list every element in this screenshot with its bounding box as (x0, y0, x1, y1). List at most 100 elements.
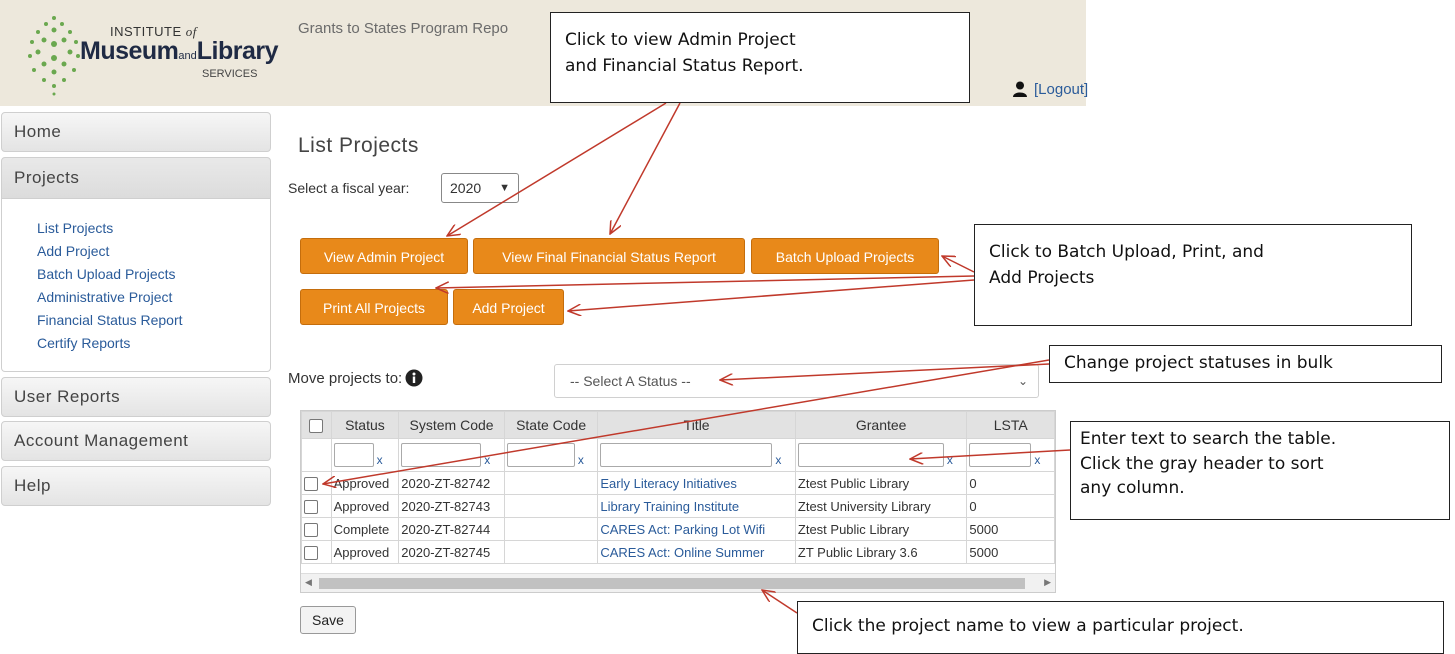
cell-state-code (503, 517, 599, 541)
page-title: List Projects (298, 134, 419, 157)
row-checkbox[interactable] (304, 499, 318, 514)
filter-clear-grantee[interactable]: x (947, 453, 953, 467)
column-header-grantee[interactable]: Grantee (794, 411, 968, 439)
info-icon[interactable] (405, 369, 423, 387)
view-admin-project-button[interactable]: View Admin Project (300, 238, 468, 274)
fiscal-year-select[interactable]: 2020 ▼ (441, 173, 519, 203)
logout-link[interactable]: [Logout] (1034, 81, 1088, 98)
table-filter-row: x x x x x x (301, 438, 1055, 472)
cell-lsta: 0 (966, 494, 1055, 518)
project-title-link[interactable]: CARES Act: Online Summer (600, 545, 764, 560)
callout-admin-fsr: Click to view Admin Project and Financia… (550, 12, 970, 103)
column-header-status[interactable]: Status (330, 411, 400, 439)
sidebar-item-help[interactable]: Help (1, 466, 271, 506)
table-header-row: Status System Code State Code Title Gran… (301, 411, 1055, 439)
callout-bulk-status: Change project statuses in bulk (1049, 345, 1442, 383)
sidebar-link-list-projects[interactable]: List Projects (37, 220, 113, 236)
filter-input-status[interactable] (333, 443, 374, 467)
sidebar-item-user-reports[interactable]: User Reports (1, 377, 271, 417)
chevron-down-icon: ▼ (499, 182, 510, 194)
sidebar-link-financial-status-report[interactable]: Financial Status Report (37, 312, 183, 328)
filter-input-title[interactable] (600, 443, 773, 467)
save-button[interactable]: Save (300, 606, 356, 634)
project-title-link[interactable]: Library Training Institute (600, 499, 739, 514)
cell-system-code: 2020-ZT-82744 (398, 517, 505, 541)
filter-clear-title[interactable]: x (775, 453, 781, 467)
logo-services: SERVICES (202, 68, 258, 80)
callout-text: Click to Batch Upload, Print, and (989, 242, 1264, 262)
sidebar-item-home[interactable]: Home (1, 112, 271, 152)
cell-status: Approved (330, 471, 400, 495)
column-header-title[interactable]: Title (597, 411, 796, 439)
row-checkbox[interactable] (304, 522, 318, 537)
scrollbar-thumb[interactable] (319, 578, 1025, 589)
scroll-left-icon[interactable]: ◀ (305, 577, 312, 588)
project-title-link[interactable]: Early Literacy Initiatives (600, 476, 737, 491)
arrow-to-batch-button (942, 256, 975, 273)
filter-input-lsta[interactable] (969, 443, 1032, 467)
status-select[interactable]: -- Select A Status -- ⌄ (554, 364, 1039, 398)
callout-project-name: Click the project name to view a particu… (797, 601, 1444, 654)
sidebar-link-certify-reports[interactable]: Certify Reports (37, 335, 130, 351)
print-all-projects-button[interactable]: Print All Projects (300, 289, 448, 325)
row-checkbox[interactable] (304, 476, 318, 491)
cell-status: Complete (330, 517, 400, 541)
arrow-to-add-button (568, 279, 975, 311)
cell-lsta: 5000 (966, 517, 1055, 541)
filter-input-grantee[interactable] (797, 443, 944, 467)
cell-status: Approved (330, 540, 400, 564)
logo-name: MuseumandLibrary (80, 37, 279, 65)
filter-input-state-code[interactable] (506, 443, 575, 467)
select-all-checkbox[interactable] (309, 419, 324, 434)
column-header-lsta[interactable]: LSTA (966, 411, 1055, 439)
sidebar-link-administrative-project[interactable]: Administrative Project (37, 289, 172, 305)
projects-table: Status System Code State Code Title Gran… (300, 410, 1056, 593)
filter-clear-state-code[interactable]: x (578, 453, 584, 467)
add-project-button[interactable]: Add Project (453, 289, 564, 325)
batch-upload-projects-button[interactable]: Batch Upload Projects (751, 238, 939, 274)
callout-text: and Financial Status Report. (565, 56, 804, 77)
filter-input-system-code[interactable] (401, 443, 482, 467)
cell-grantee: Ztest Public Library (794, 471, 968, 495)
callout-text: Click the gray header to sort (1080, 453, 1324, 474)
cell-state-code (503, 494, 599, 518)
scroll-right-icon[interactable]: ▶ (1044, 577, 1051, 588)
project-title-link[interactable]: CARES Act: Parking Lot Wifi (600, 522, 765, 537)
sidebar-link-add-project[interactable]: Add Project (37, 243, 109, 259)
select-all-cell[interactable] (301, 411, 332, 439)
user-icon (1013, 81, 1027, 97)
move-projects-label: Move projects to: (288, 370, 403, 387)
cell-status: Approved (330, 494, 400, 518)
filter-clear-system-code[interactable]: x (484, 453, 490, 467)
callout-text: Add Projects (989, 268, 1095, 289)
sidebar-link-batch-upload[interactable]: Batch Upload Projects (37, 266, 176, 282)
table-horizontal-scrollbar[interactable]: ◀ ▶ (301, 573, 1055, 592)
arrow-to-ffsr-button (610, 102, 681, 234)
arrow-to-print-button (436, 275, 975, 288)
sidebar-item-account-management[interactable]: Account Management (1, 421, 271, 461)
cell-system-code: 2020-ZT-82742 (398, 471, 505, 495)
cell-grantee: ZT Public Library 3.6 (794, 540, 968, 564)
table-row: Approved 2020-ZT-82743 Library Training … (301, 494, 1055, 518)
callout-batch-print-add: Click to Batch Upload, Print, and Add Pr… (974, 224, 1412, 326)
callout-text: Enter text to search the table. (1080, 429, 1337, 449)
table-row: Approved 2020-ZT-82745 CARES Act: Online… (301, 540, 1055, 564)
cell-grantee: Ztest Public Library (794, 517, 968, 541)
filter-clear-status[interactable]: x (377, 453, 383, 467)
callout-text: Change project statuses in bulk (1064, 353, 1333, 373)
cell-lsta: 0 (966, 471, 1055, 495)
column-header-system-code[interactable]: System Code (398, 411, 505, 439)
sidebar-item-projects[interactable]: Projects (1, 157, 271, 199)
fiscal-year-value: 2020 (450, 180, 482, 196)
row-checkbox[interactable] (304, 545, 318, 560)
fiscal-year-label: Select a fiscal year: (288, 180, 410, 196)
table-row: Approved 2020-ZT-82742 Early Literacy In… (301, 471, 1055, 495)
imls-logo[interactable]: INSTITUTE of MuseumandLibrary SERVICES (12, 8, 279, 98)
app-title: Grants to States Program Repo (298, 20, 509, 37)
table-row: Complete 2020-ZT-82744 CARES Act: Parkin… (301, 517, 1055, 541)
callout-search-sort: Enter text to search the table. Click th… (1070, 421, 1450, 520)
column-header-state-code[interactable]: State Code (503, 411, 599, 439)
view-final-financial-status-report-button[interactable]: View Final Financial Status Report (473, 238, 745, 274)
cell-grantee: Ztest University Library (794, 494, 968, 518)
filter-clear-lsta[interactable]: x (1034, 453, 1040, 467)
